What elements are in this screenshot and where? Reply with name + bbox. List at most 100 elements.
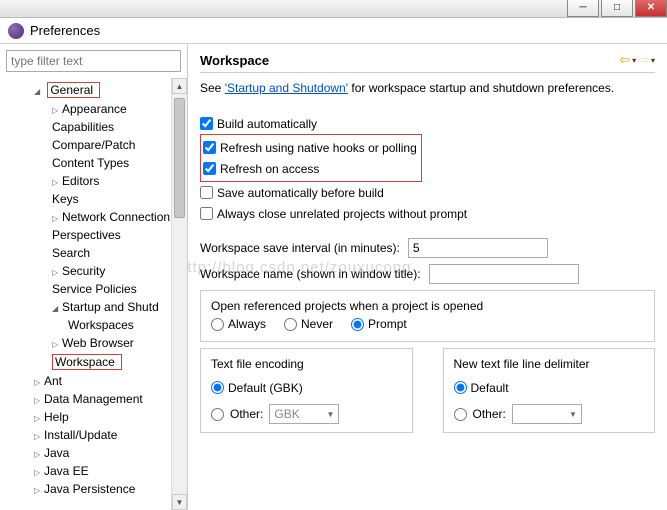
filter-input[interactable] [6, 50, 181, 72]
tree-item[interactable]: ▷Install/Update [4, 426, 187, 444]
detail-panel: http://blog.csdn.net/zouxucong Workspace… [188, 44, 667, 510]
dialog-title: Preferences [30, 23, 100, 38]
tree-item[interactable]: ▷Data Management [4, 390, 187, 408]
twisty-icon[interactable]: ▷ [34, 378, 44, 387]
refresh-hooks-checkbox[interactable] [203, 141, 216, 154]
tree-item[interactable]: ▷Network Connection [4, 208, 187, 226]
tree-item-webbrowser[interactable]: ▷Web Browser [4, 334, 187, 352]
workspace-name-row: Workspace name (shown in window title): [200, 264, 655, 284]
scroll-up-icon[interactable]: ▲ [172, 78, 187, 94]
encoding-other-radio[interactable] [211, 408, 224, 421]
nav-arrows: ⇦▾ ⇨▾ [619, 52, 655, 68]
tree-item[interactable]: ▷Editors [4, 172, 187, 190]
delimiter-default-radio[interactable] [454, 381, 467, 394]
refresh-access-row: Refresh on access [203, 158, 417, 179]
tree-item[interactable]: Keys [4, 190, 187, 208]
app-icon [8, 23, 24, 39]
twisty-icon[interactable]: ◢ [34, 87, 44, 96]
back-menu-icon[interactable]: ▾ [632, 56, 636, 65]
twisty-icon[interactable]: ▷ [34, 414, 44, 423]
tree-item[interactable]: Service Policies [4, 280, 187, 298]
encoding-default-radio[interactable] [211, 381, 224, 394]
save-before-checkbox[interactable] [200, 186, 213, 199]
twisty-icon[interactable]: ◢ [52, 304, 62, 313]
scroll-down-icon[interactable]: ▼ [172, 494, 187, 510]
category-tree[interactable]: ◢ General ▷AppearanceCapabilitiesCompare… [0, 78, 187, 510]
field-label: Workspace name (shown in window title): [200, 267, 421, 281]
radio-label: Never [301, 317, 333, 331]
tree-item-general[interactable]: ◢ General [4, 80, 187, 100]
tree-item[interactable]: ▷Security [4, 262, 187, 280]
refresh-access-checkbox[interactable] [203, 162, 216, 175]
twisty-icon[interactable]: ▷ [34, 432, 44, 441]
highlight-box: Workspace [52, 354, 122, 370]
tree-item[interactable]: Capabilities [4, 118, 187, 136]
delimiter-other-radio[interactable] [454, 408, 467, 421]
chevron-down-icon: ▼ [326, 410, 334, 419]
page-title: Workspace [200, 53, 269, 68]
delimiter-combo[interactable]: ▼ [512, 404, 582, 424]
scrollbar[interactable]: ▲ ▼ [171, 78, 187, 510]
window-controls: ─ □ ✕ [567, 0, 667, 17]
delimiter-other-row: Other: ▼ [454, 404, 645, 424]
twisty-icon[interactable]: ▷ [34, 396, 44, 405]
tree-item[interactable]: ▷Java [4, 444, 187, 462]
tree-item-workspaces[interactable]: Workspaces [4, 316, 187, 334]
tree-item[interactable]: ▷Java Persistence [4, 480, 187, 498]
tree-item[interactable]: ▷Help [4, 408, 187, 426]
radio-label: Default [471, 381, 509, 395]
scroll-thumb[interactable] [174, 98, 185, 218]
startup-shutdown-link[interactable]: 'Startup and Shutdown' [225, 81, 348, 95]
twisty-icon[interactable]: ▷ [52, 268, 62, 277]
encoding-combo[interactable]: GBK ▼ [269, 404, 339, 424]
close-unrelated-checkbox[interactable] [200, 207, 213, 220]
open-never-radio[interactable] [284, 318, 297, 331]
tree-label: Workspace [55, 355, 115, 369]
tree-item[interactable]: Perspectives [4, 226, 187, 244]
twisty-icon[interactable]: ▷ [34, 486, 44, 495]
open-prompt-row: Prompt [351, 317, 407, 331]
tree-item[interactable]: Compare/Patch [4, 136, 187, 154]
open-referenced-group: Open referenced projects when a project … [200, 290, 655, 342]
combo-value: GBK [274, 407, 299, 421]
chevron-down-icon: ▼ [569, 410, 577, 419]
tree-item[interactable]: Content Types [4, 154, 187, 172]
workspace-name-input[interactable] [429, 264, 579, 284]
tree-label: General [50, 83, 93, 97]
open-prompt-radio[interactable] [351, 318, 364, 331]
build-auto-checkbox[interactable] [200, 117, 213, 130]
close-button[interactable]: ✕ [635, 0, 667, 17]
group-label: Text file encoding [211, 357, 402, 371]
forward-icon[interactable]: ⇨ [638, 52, 649, 68]
minimize-button[interactable]: ─ [567, 0, 599, 17]
forward-menu-icon[interactable]: ▾ [651, 56, 655, 65]
twisty-icon[interactable]: ▷ [34, 450, 44, 459]
group-label: Open referenced projects when a project … [211, 299, 644, 313]
tree-item[interactable]: ◢Startup and Shutd [4, 298, 187, 316]
maximize-button[interactable]: □ [601, 0, 633, 17]
twisty-icon[interactable]: ▷ [52, 178, 62, 187]
back-icon[interactable]: ⇦ [619, 52, 630, 68]
group-label: New text file line delimiter [454, 357, 645, 371]
twisty-icon[interactable]: ▷ [52, 214, 62, 223]
encoding-default-row: Default (GBK) [211, 377, 402, 398]
save-interval-input[interactable] [408, 238, 548, 258]
tree-label: Web Browser [62, 336, 134, 350]
open-always-radio[interactable] [211, 318, 224, 331]
twisty-icon[interactable]: ▷ [52, 106, 62, 115]
twisty-icon[interactable]: ▷ [52, 340, 62, 349]
checkbox-label: Refresh using native hooks or polling [220, 141, 417, 155]
twisty-icon[interactable]: ▷ [34, 468, 44, 477]
tree-item-workspace[interactable]: Workspace [4, 352, 187, 372]
tree-item[interactable]: ▷Appearance [4, 100, 187, 118]
checkbox-label: Save automatically before build [217, 186, 384, 200]
radio-label: Default (GBK) [228, 381, 303, 395]
tree-item[interactable]: Search [4, 244, 187, 262]
radio-label: Other: [230, 407, 263, 421]
save-before-row: Save automatically before build [200, 182, 655, 203]
highlight-box: Refresh using native hooks or polling Re… [200, 134, 422, 182]
tree-item[interactable]: ▷Ant [4, 372, 187, 390]
section-header: Workspace ⇦▾ ⇨▾ [200, 52, 655, 73]
highlight-box: General [47, 82, 100, 98]
tree-item[interactable]: ▷Java EE [4, 462, 187, 480]
